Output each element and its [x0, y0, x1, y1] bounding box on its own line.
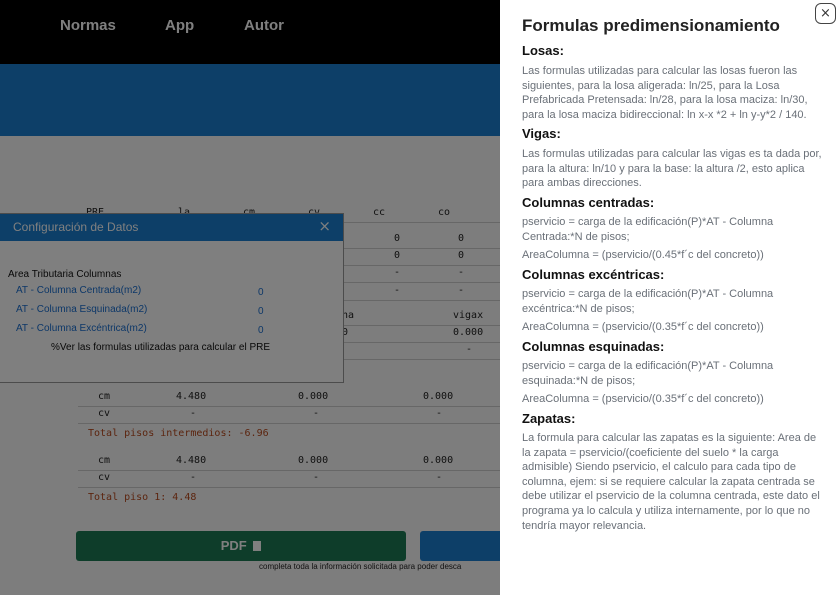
columnas-excentricas-heading: Columnas excéntricas: [522, 267, 665, 282]
columnas-esquinadas-pservicio: pservicio = carga de la edificación(P)*A… [522, 360, 774, 387]
columnas-centradas-pservicio: pservicio = carga de la edificación(P)*A… [522, 216, 774, 243]
zapatas-text: La formula para calcular las zapatas es … [522, 432, 820, 532]
columnas-esquinadas-area: AreaColumna = (pservicio/(0.35*f´c del c… [522, 393, 764, 405]
columnas-excentricas-area: AreaColumna = (pservicio/(0.35*f´c del c… [522, 321, 764, 333]
columnas-excentricas-pservicio: pservicio = carga de la edificación(P)*A… [522, 288, 774, 315]
columnas-esquinadas-heading: Columnas esquinadas: [522, 339, 665, 354]
columnas-centradas-heading: Columnas centradas: [522, 195, 655, 210]
vigas-heading: Vigas: [522, 126, 561, 141]
columnas-centradas-area: AreaColumna = (pservicio/(0.45*f´c del c… [522, 249, 764, 261]
close-drawer-button[interactable]: × [815, 3, 836, 24]
losas-text: Las formulas utilizadas para calcular la… [522, 65, 808, 121]
vigas-text: Las formulas utilizadas para calcular la… [522, 148, 822, 190]
drawer-title: Formulas predimensionamiento [522, 16, 780, 35]
zapatas-heading: Zapatas: [522, 411, 576, 426]
losas-heading: Losas: [522, 43, 564, 58]
formulas-drawer: Formulas predimensionamiento × Losas: La… [500, 0, 839, 595]
